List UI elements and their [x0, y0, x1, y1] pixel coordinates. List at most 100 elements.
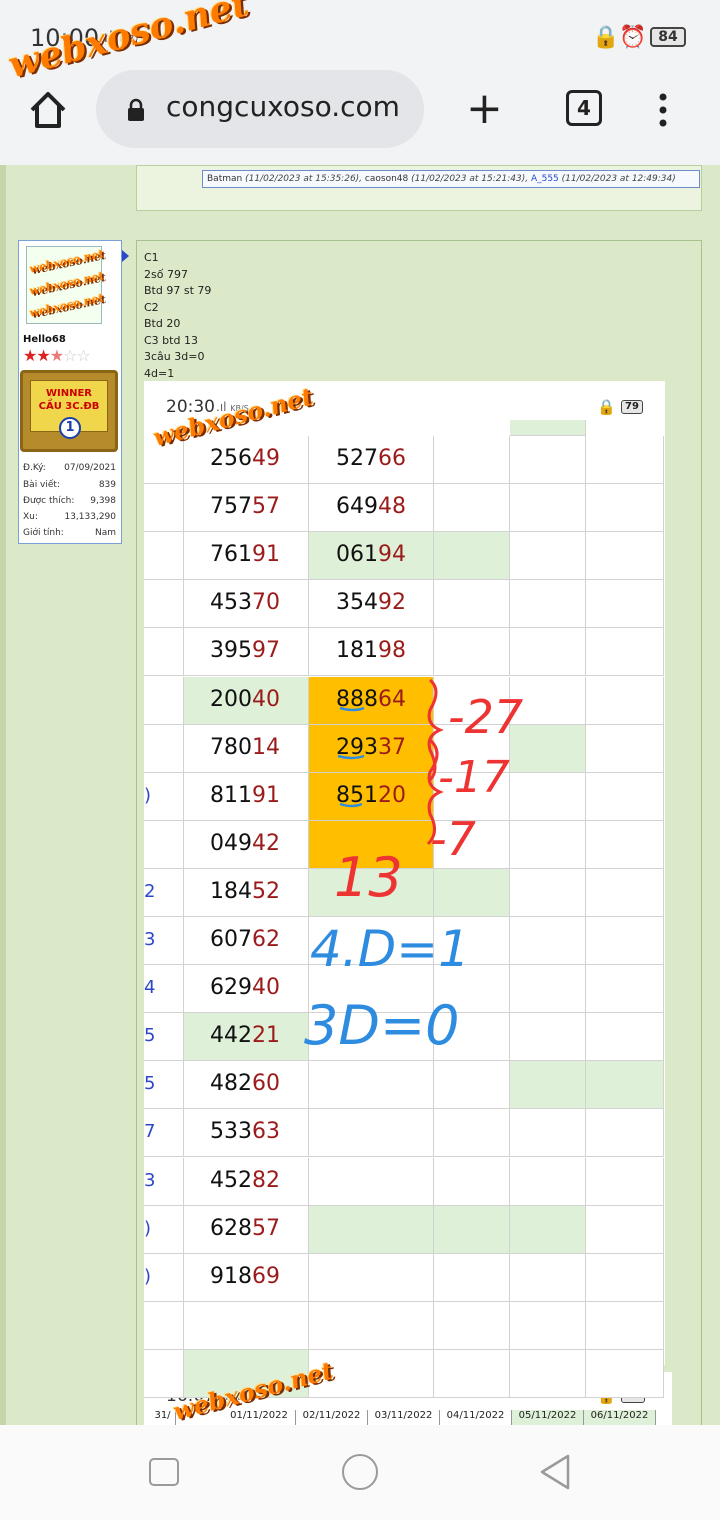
- grid-cell: [586, 436, 664, 485]
- home-icon: [30, 92, 66, 128]
- info-value: 07/09/2021: [64, 463, 116, 473]
- grid-cell: [586, 965, 664, 1014]
- grid-cell: [510, 1349, 586, 1398]
- grid-cell: [434, 1253, 510, 1302]
- result-number: 18198: [336, 638, 406, 664]
- grid-cell: [510, 820, 586, 869]
- grid-cell: [434, 1061, 510, 1110]
- grid-cell: [586, 1253, 664, 1302]
- grid-cell: [510, 484, 586, 533]
- embedded-lock-icon: 🔒: [597, 398, 616, 416]
- grid-cell: [510, 965, 586, 1014]
- liker-name[interactable]: caoson48: [365, 174, 408, 184]
- result-number: 64948: [336, 494, 406, 520]
- grid-cell: [144, 676, 184, 725]
- grid-cell: [586, 1205, 664, 1254]
- date-header: 31/: [150, 1410, 176, 1426]
- page-edge: [0, 165, 6, 1425]
- grid-cell: [309, 1301, 434, 1350]
- badge-line2: CẦU 3C.ĐB: [38, 401, 100, 412]
- result-number: 75757: [210, 494, 280, 520]
- grid-cell: [586, 676, 664, 725]
- avatar[interactable]: webxoso.net webxoso.net webxoso.net: [26, 246, 105, 324]
- liker-name[interactable]: A_555: [531, 174, 559, 184]
- alarm-lock-icons: 🔒⏰: [592, 25, 647, 50]
- badge-line1: WINNER: [45, 388, 93, 399]
- post-line: C2: [144, 300, 159, 314]
- result-number: 88864: [336, 686, 406, 712]
- row-index-fragment: ): [144, 1265, 152, 1287]
- grid-cell: [144, 580, 184, 629]
- menu-button[interactable]: [656, 92, 670, 128]
- lock-icon: [126, 98, 146, 122]
- username[interactable]: Hello68: [23, 334, 66, 345]
- info-label: Xu:: [23, 512, 38, 522]
- grid-cell: [510, 1253, 586, 1302]
- url-text[interactable]: congcuxoso.com: [166, 90, 400, 123]
- grid-cell: [510, 917, 586, 966]
- kebab-menu-icon: [659, 93, 667, 127]
- grid-cell: [510, 628, 586, 677]
- grid-cell: [434, 868, 510, 917]
- grid-cell: [144, 484, 184, 533]
- grid-cell: [510, 436, 586, 485]
- date-header: 03/11/2022: [368, 1410, 440, 1426]
- grid-cell: [586, 1109, 664, 1158]
- handwritten-note: 4.D=1: [310, 920, 470, 978]
- grid-cell: [586, 1013, 664, 1062]
- result-number: 62940: [210, 975, 280, 1001]
- info-label: Bài viết:: [23, 480, 60, 490]
- post-line: 2số 797: [144, 267, 188, 281]
- result-number: 35492: [336, 590, 406, 616]
- row-index-fragment: 7: [144, 1121, 156, 1143]
- grid-cell: [309, 1109, 434, 1158]
- back-button[interactable]: [536, 1452, 576, 1492]
- home-button[interactable]: [26, 88, 70, 132]
- rating-stars-icon: ★★★☆☆: [23, 346, 91, 365]
- grid-cell: [184, 1301, 309, 1350]
- date-header: 02/11/2022: [296, 1410, 368, 1426]
- date-header: 06/11/2022: [584, 1410, 656, 1426]
- tab-switcher-button[interactable]: 4: [566, 90, 602, 126]
- row-index-fragment: 3: [144, 929, 156, 950]
- grid-cell: [510, 580, 586, 629]
- grid-cell: [586, 628, 664, 677]
- grid-cell: [144, 724, 184, 773]
- grid-cell: [586, 724, 664, 773]
- row-index-fragment: 4: [144, 977, 156, 999]
- result-number: 25649: [210, 446, 280, 471]
- grid-cell: [309, 1061, 434, 1110]
- grid-cell: [510, 532, 586, 581]
- result-number: 52766: [336, 446, 406, 471]
- grid-cell: [434, 1301, 510, 1350]
- result-number: 48260: [210, 1071, 280, 1097]
- recent-apps-button[interactable]: [149, 1458, 179, 1486]
- battery-icon: 84: [650, 27, 686, 47]
- grid-cell: [586, 917, 664, 966]
- grid-cell: [434, 532, 510, 581]
- grid-cell: [586, 1301, 664, 1350]
- result-number: 91869: [210, 1263, 280, 1289]
- grid-cell: [586, 484, 664, 533]
- home-nav-button[interactable]: [342, 1454, 378, 1490]
- grid-cell: [586, 1157, 664, 1206]
- handwritten-note: -17: [438, 752, 510, 803]
- date-header: 04/11/2022: [440, 1410, 512, 1426]
- result-number: 78014: [210, 734, 280, 760]
- grid-cell: [309, 1253, 434, 1302]
- result-number: 81191: [210, 782, 280, 808]
- result-number: 39597: [210, 638, 280, 664]
- result-number: 62857: [210, 1215, 280, 1241]
- grid-cell: [586, 1349, 664, 1398]
- result-number: 29337: [336, 734, 406, 760]
- result-number: 45282: [210, 1167, 280, 1193]
- grid-cell: [144, 1301, 184, 1350]
- grid-cell: [586, 772, 664, 821]
- result-number: 44221: [210, 1023, 280, 1049]
- new-tab-button[interactable]: +: [466, 84, 503, 134]
- row-index-fragment: ): [144, 1217, 152, 1239]
- row-index-fragment: 5: [144, 1073, 156, 1095]
- grid-cell: [434, 1109, 510, 1158]
- result-number: 06194: [336, 542, 406, 568]
- liker-name[interactable]: Batman: [207, 174, 242, 184]
